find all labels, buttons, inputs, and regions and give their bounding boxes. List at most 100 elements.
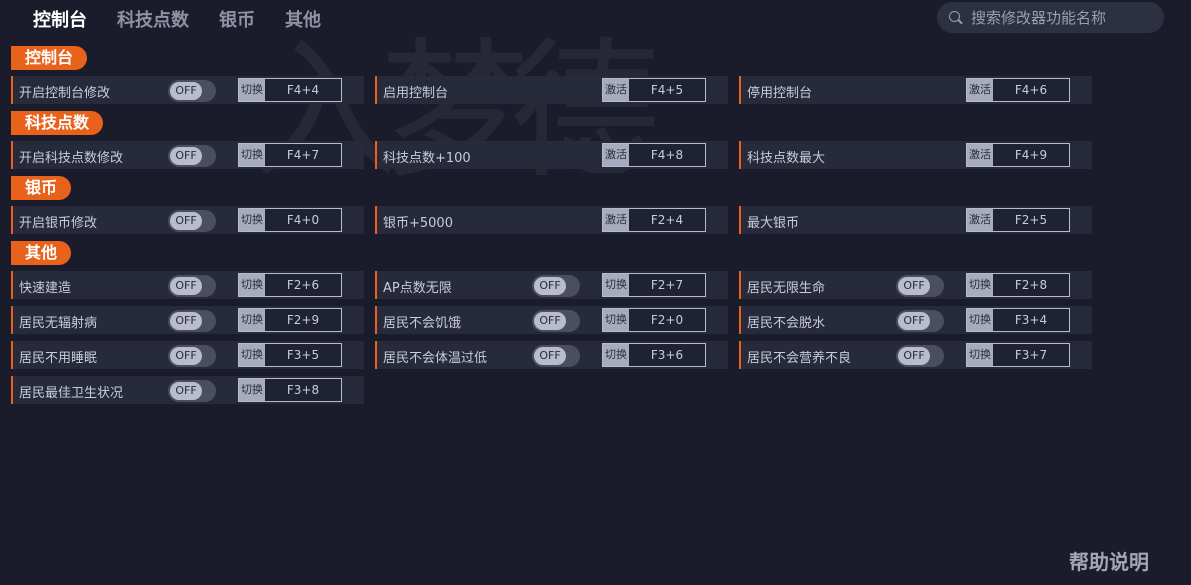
action-label: 激活 xyxy=(967,144,993,166)
cheat-item: 科技点数+100 激活 F4+8 xyxy=(375,141,728,169)
search-box[interactable] xyxy=(937,2,1164,33)
hotkey-label: F3+5 xyxy=(265,344,341,366)
tab-silver-coins[interactable]: 银币 xyxy=(219,6,255,32)
hotkey-button[interactable]: 激活 F4+8 xyxy=(602,143,706,167)
hotkey-label: F4+0 xyxy=(265,209,341,231)
hotkey-label: F2+6 xyxy=(265,274,341,296)
cheat-label: 居民不会脱水 xyxy=(747,316,826,331)
hotkey-button[interactable]: 切换 F2+6 xyxy=(238,273,342,297)
cheat-label: 居民无辐射病 xyxy=(19,316,98,331)
hotkey-button[interactable]: 切换 F2+7 xyxy=(602,273,706,297)
action-label: 切换 xyxy=(239,309,265,331)
hotkey-label: F2+5 xyxy=(993,209,1069,231)
toggle-switch[interactable]: OFF xyxy=(532,345,580,367)
action-label: 激活 xyxy=(603,209,629,231)
hotkey-label: F3+7 xyxy=(993,344,1069,366)
toggle-switch[interactable]: OFF xyxy=(532,275,580,297)
toggle-switch[interactable]: OFF xyxy=(896,345,944,367)
action-label: 切换 xyxy=(967,274,993,296)
toggle-state: OFF xyxy=(534,312,566,330)
hotkey-button[interactable]: 激活 F4+6 xyxy=(966,78,1070,102)
section-title: 科技点数 xyxy=(11,111,104,135)
toggle-switch[interactable]: OFF xyxy=(168,380,216,402)
cheat-label: 科技点数最大 xyxy=(747,151,826,166)
hotkey-label: F2+0 xyxy=(629,309,705,331)
toggle-switch[interactable]: OFF xyxy=(896,310,944,332)
action-label: 切换 xyxy=(239,274,265,296)
hotkey-button[interactable]: 切换 F2+0 xyxy=(602,308,706,332)
hotkey-label: F3+8 xyxy=(265,379,341,401)
cheat-item: 科技点数最大 激活 F4+9 xyxy=(739,141,1092,169)
cheat-item: 居民无限生命 OFF 切换 F2+8 xyxy=(739,271,1092,299)
cheat-label: 科技点数+100 xyxy=(383,151,471,166)
hotkey-button[interactable]: 切换 F3+5 xyxy=(238,343,342,367)
action-label: 激活 xyxy=(603,79,629,101)
toggle-switch[interactable]: OFF xyxy=(532,310,580,332)
action-label: 切换 xyxy=(239,379,265,401)
action-label: 切换 xyxy=(239,79,265,101)
toggle-switch[interactable]: OFF xyxy=(168,80,216,102)
action-label: 切换 xyxy=(239,344,265,366)
cheat-item: 居民最佳卫生状况 OFF 切换 F3+8 xyxy=(11,376,364,404)
tab-console[interactable]: 控制台 xyxy=(33,6,87,32)
hotkey-button[interactable]: 切换 F3+7 xyxy=(966,343,1070,367)
toggle-state: OFF xyxy=(534,347,566,365)
cheat-item: 银币+5000 激活 F2+4 xyxy=(375,206,728,234)
toggle-state: OFF xyxy=(170,212,202,230)
toggle-state: OFF xyxy=(170,277,202,295)
action-label: 切换 xyxy=(239,209,265,231)
hotkey-button[interactable]: 切换 F3+4 xyxy=(966,308,1070,332)
action-label: 切换 xyxy=(967,309,993,331)
hotkey-button[interactable]: 切换 F3+8 xyxy=(238,378,342,402)
cheat-item: 开启控制台修改 OFF 切换 F4+4 xyxy=(11,76,364,104)
cheat-item: 居民不用睡眠 OFF 切换 F3+5 xyxy=(11,341,364,369)
toggle-switch[interactable]: OFF xyxy=(896,275,944,297)
toggle-switch[interactable]: OFF xyxy=(168,310,216,332)
cheat-label: 居民不会体温过低 xyxy=(383,351,488,366)
search-icon xyxy=(949,11,960,22)
help-button[interactable]: 帮助说明 xyxy=(1069,546,1149,575)
action-label: 切换 xyxy=(967,344,993,366)
toggle-state: OFF xyxy=(898,347,930,365)
hotkey-button[interactable]: 切换 F2+8 xyxy=(966,273,1070,297)
hotkey-button[interactable]: 切换 F4+7 xyxy=(238,143,342,167)
section-title: 银币 xyxy=(11,176,72,200)
hotkey-button[interactable]: 激活 F4+5 xyxy=(602,78,706,102)
cheat-item: 最大银币 激活 F2+5 xyxy=(739,206,1092,234)
cheat-item: 居民不会饥饿 OFF 切换 F2+0 xyxy=(375,306,728,334)
cheat-item: 居民不会体温过低 OFF 切换 F3+6 xyxy=(375,341,728,369)
tab-other[interactable]: 其他 xyxy=(285,6,321,32)
action-label: 切换 xyxy=(603,344,629,366)
tab-tech-points[interactable]: 科技点数 xyxy=(117,6,189,32)
hotkey-button[interactable]: 切换 F3+6 xyxy=(602,343,706,367)
cheat-item: 居民不会脱水 OFF 切换 F3+4 xyxy=(739,306,1092,334)
cheat-label: 开启控制台修改 xyxy=(19,86,111,101)
cheat-label: 居民不用睡眠 xyxy=(19,351,98,366)
hotkey-button[interactable]: 激活 F4+9 xyxy=(966,143,1070,167)
hotkey-label: F4+4 xyxy=(265,79,341,101)
hotkey-button[interactable]: 切换 F4+4 xyxy=(238,78,342,102)
hotkey-button[interactable]: 切换 F2+9 xyxy=(238,308,342,332)
cheat-label: 停用控制台 xyxy=(747,86,813,101)
toggle-switch[interactable]: OFF xyxy=(168,210,216,232)
cheat-item: 停用控制台 激活 F4+6 xyxy=(739,76,1092,104)
hotkey-button[interactable]: 激活 F2+4 xyxy=(602,208,706,232)
cheat-item: 快速建造 OFF 切换 F2+6 xyxy=(11,271,364,299)
hotkey-label: F2+9 xyxy=(265,309,341,331)
toggle-state: OFF xyxy=(898,277,930,295)
cheat-item: 开启科技点数修改 OFF 切换 F4+7 xyxy=(11,141,364,169)
hotkey-label: F4+7 xyxy=(265,144,341,166)
hotkey-label: F4+6 xyxy=(993,79,1069,101)
toggle-switch[interactable]: OFF xyxy=(168,345,216,367)
cheat-label: 启用控制台 xyxy=(383,86,449,101)
cheat-label: 居民不会营养不良 xyxy=(747,351,852,366)
toggle-switch[interactable]: OFF xyxy=(168,275,216,297)
search-input[interactable] xyxy=(969,6,1158,30)
toggle-state: OFF xyxy=(170,82,202,100)
hotkey-button[interactable]: 切换 F4+0 xyxy=(238,208,342,232)
toggle-state: OFF xyxy=(170,382,202,400)
hotkey-label: F3+4 xyxy=(993,309,1069,331)
cheat-label: 银币+5000 xyxy=(383,216,453,231)
hotkey-button[interactable]: 激活 F2+5 xyxy=(966,208,1070,232)
toggle-switch[interactable]: OFF xyxy=(168,145,216,167)
